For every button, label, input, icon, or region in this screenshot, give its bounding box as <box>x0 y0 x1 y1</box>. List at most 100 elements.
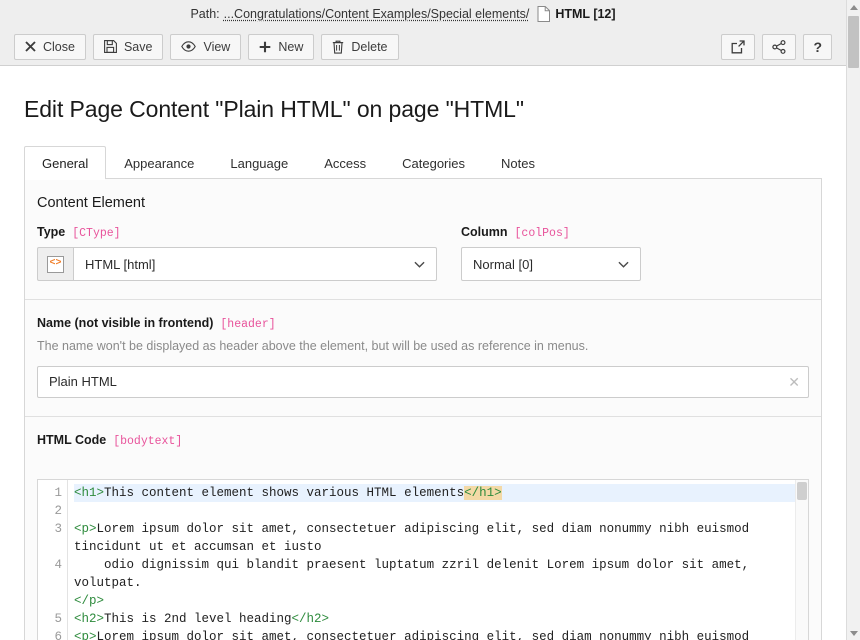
palette-name: Name (not visible in frontend) [header] … <box>25 300 821 417</box>
field-type-label: Type <box>37 225 65 239</box>
open-in-new-window-button[interactable] <box>721 34 755 60</box>
field-code-key: [bodytext] <box>113 435 182 448</box>
name-input[interactable] <box>37 366 809 398</box>
close-button-label: Close <box>43 40 75 54</box>
path-label: Path: <box>190 7 219 21</box>
line-number: 3 <box>38 520 67 556</box>
close-button[interactable]: Close <box>14 34 86 60</box>
chevron-down-icon <box>618 259 629 270</box>
new-button[interactable]: New <box>248 34 314 60</box>
code-line: <p>Lorem ipsum dolor sit amet, consectet… <box>74 520 808 556</box>
palette-html-code: HTML Code [bodytext] <box>25 417 821 465</box>
code-token: odio dignissim qui blandit praesent lupt… <box>74 558 757 590</box>
content-element-heading: Content Element <box>37 195 809 211</box>
code-token: </h1> <box>464 486 502 500</box>
line-number: 6 <box>38 628 67 640</box>
delete-button-label: Delete <box>351 40 387 54</box>
line-number: 2 <box>38 502 67 520</box>
view-button[interactable]: View <box>170 34 241 60</box>
field-column-key: [colPos] <box>515 227 570 240</box>
module-body: Edit Page Content "Plain HTML" on page "… <box>0 66 846 640</box>
field-column-label: Column <box>461 225 508 239</box>
line-number: 1 <box>38 484 67 502</box>
code-editor-scroll-thumb[interactable] <box>797 482 807 500</box>
field-column: Column [colPos] Normal [0] <box>461 225 641 281</box>
module-content-column: Path: ...Congratulations/Content Example… <box>0 0 846 640</box>
name-input-wrap: ✕ <box>37 366 809 398</box>
line-number-gutter: 1234567 <box>38 480 68 640</box>
page-title: Edit Page Content "Plain HTML" on page "… <box>24 66 822 145</box>
type-select-value: HTML [html] <box>85 257 155 272</box>
help-button[interactable]: ? <box>803 34 832 60</box>
primary-button-group: Close Save <box>14 34 399 60</box>
type-select-group: <> HTML [html] <box>37 247 437 281</box>
tab-categories[interactable]: Categories <box>384 146 483 179</box>
path-record-title: HTML [12] <box>555 7 615 21</box>
document-icon <box>537 6 550 22</box>
field-code-label: HTML Code <box>37 433 106 447</box>
secondary-button-group: ? <box>721 34 832 60</box>
field-name-help: The name won't be displayed as header ab… <box>37 338 809 356</box>
code-token: This is 2nd level heading <box>104 612 292 626</box>
field-type: Type [CType] <> HTML [html] <box>37 225 437 281</box>
column-select-value: Normal [0] <box>473 257 533 272</box>
tab-categories-label: Categories <box>402 156 465 171</box>
page-scrollbar[interactable] <box>846 0 860 640</box>
document-button-bar: Close Save <box>0 28 846 66</box>
html-code-icon: <> <box>47 256 64 273</box>
code-editor-scrollbar[interactable] <box>795 480 808 640</box>
close-icon <box>25 41 36 52</box>
content-element-field-row: Type [CType] <> HTML [html] <box>37 225 809 281</box>
page-scroll-thumb[interactable] <box>848 16 859 68</box>
tab-language[interactable]: Language <box>212 146 306 179</box>
code-token: Lorem ipsum dolor sit amet, consectetuer… <box>74 522 757 554</box>
tab-access-label: Access <box>324 156 366 171</box>
code-token: Lorem ipsum dolor sit amet, consectetuer… <box>74 630 757 640</box>
scroll-down-arrow-icon[interactable] <box>847 626 860 640</box>
delete-button[interactable]: Delete <box>321 34 398 60</box>
tab-general-label: General <box>42 156 88 171</box>
eye-icon <box>181 41 196 52</box>
view-button-label: View <box>203 40 230 54</box>
typo3-backend-edit-form: Path: ...Congratulations/Content Example… <box>0 0 860 640</box>
code-token: This content element shows various HTML … <box>104 486 464 500</box>
scroll-up-arrow-icon[interactable] <box>847 0 860 14</box>
field-code-label-row: HTML Code [bodytext] <box>37 433 809 448</box>
type-icon-addon: <> <box>37 247 73 281</box>
line-number: 5 <box>38 610 67 628</box>
field-column-label-row: Column [colPos] <box>461 225 641 240</box>
tab-appearance[interactable]: Appearance <box>106 146 212 179</box>
chevron-down-icon <box>414 259 425 270</box>
code-token: </p> <box>74 594 104 608</box>
tab-notes[interactable]: Notes <box>483 146 553 179</box>
code-editor-block: 1234567 <h1>This content element shows v… <box>25 465 821 640</box>
form-tabs: General Appearance Language Access Categ… <box>24 145 822 179</box>
code-line: <h2>This is 2nd level heading</h2> <box>74 610 808 628</box>
code-text-area[interactable]: <h1>This content element shows various H… <box>68 480 808 640</box>
save-button[interactable]: Save <box>93 34 164 60</box>
column-select[interactable]: Normal [0] <box>461 247 641 281</box>
code-token: <p> <box>74 522 97 536</box>
code-token: <h2> <box>74 612 104 626</box>
tab-language-label: Language <box>230 156 288 171</box>
code-token: <p> <box>74 630 97 640</box>
document-path-bar: Path: ...Congratulations/Content Example… <box>0 0 846 28</box>
field-type-key: [CType] <box>72 227 120 240</box>
share-button[interactable] <box>762 34 796 60</box>
clear-input-icon[interactable]: ✕ <box>788 375 800 389</box>
trash-icon <box>332 40 344 54</box>
plus-icon <box>259 41 271 53</box>
code-line: <h1>This content element shows various H… <box>74 484 808 502</box>
type-select[interactable]: HTML [html] <box>73 247 437 281</box>
code-editor[interactable]: 1234567 <h1>This content element shows v… <box>37 479 809 640</box>
tab-access[interactable]: Access <box>306 146 384 179</box>
palette-content-element: Content Element Type [CType] <> <box>25 179 821 300</box>
code-line: <p>Lorem ipsum dolor sit amet, consectet… <box>74 628 808 640</box>
new-button-label: New <box>278 40 303 54</box>
tab-general[interactable]: General <box>24 146 106 179</box>
code-editor-inner: 1234567 <h1>This content element shows v… <box>38 480 808 640</box>
tab-appearance-label: Appearance <box>124 156 194 171</box>
path-breadcrumb[interactable]: ...Congratulations/Content Examples/Spec… <box>224 7 530 21</box>
line-number: 4 <box>38 556 67 610</box>
code-line <box>74 502 808 520</box>
